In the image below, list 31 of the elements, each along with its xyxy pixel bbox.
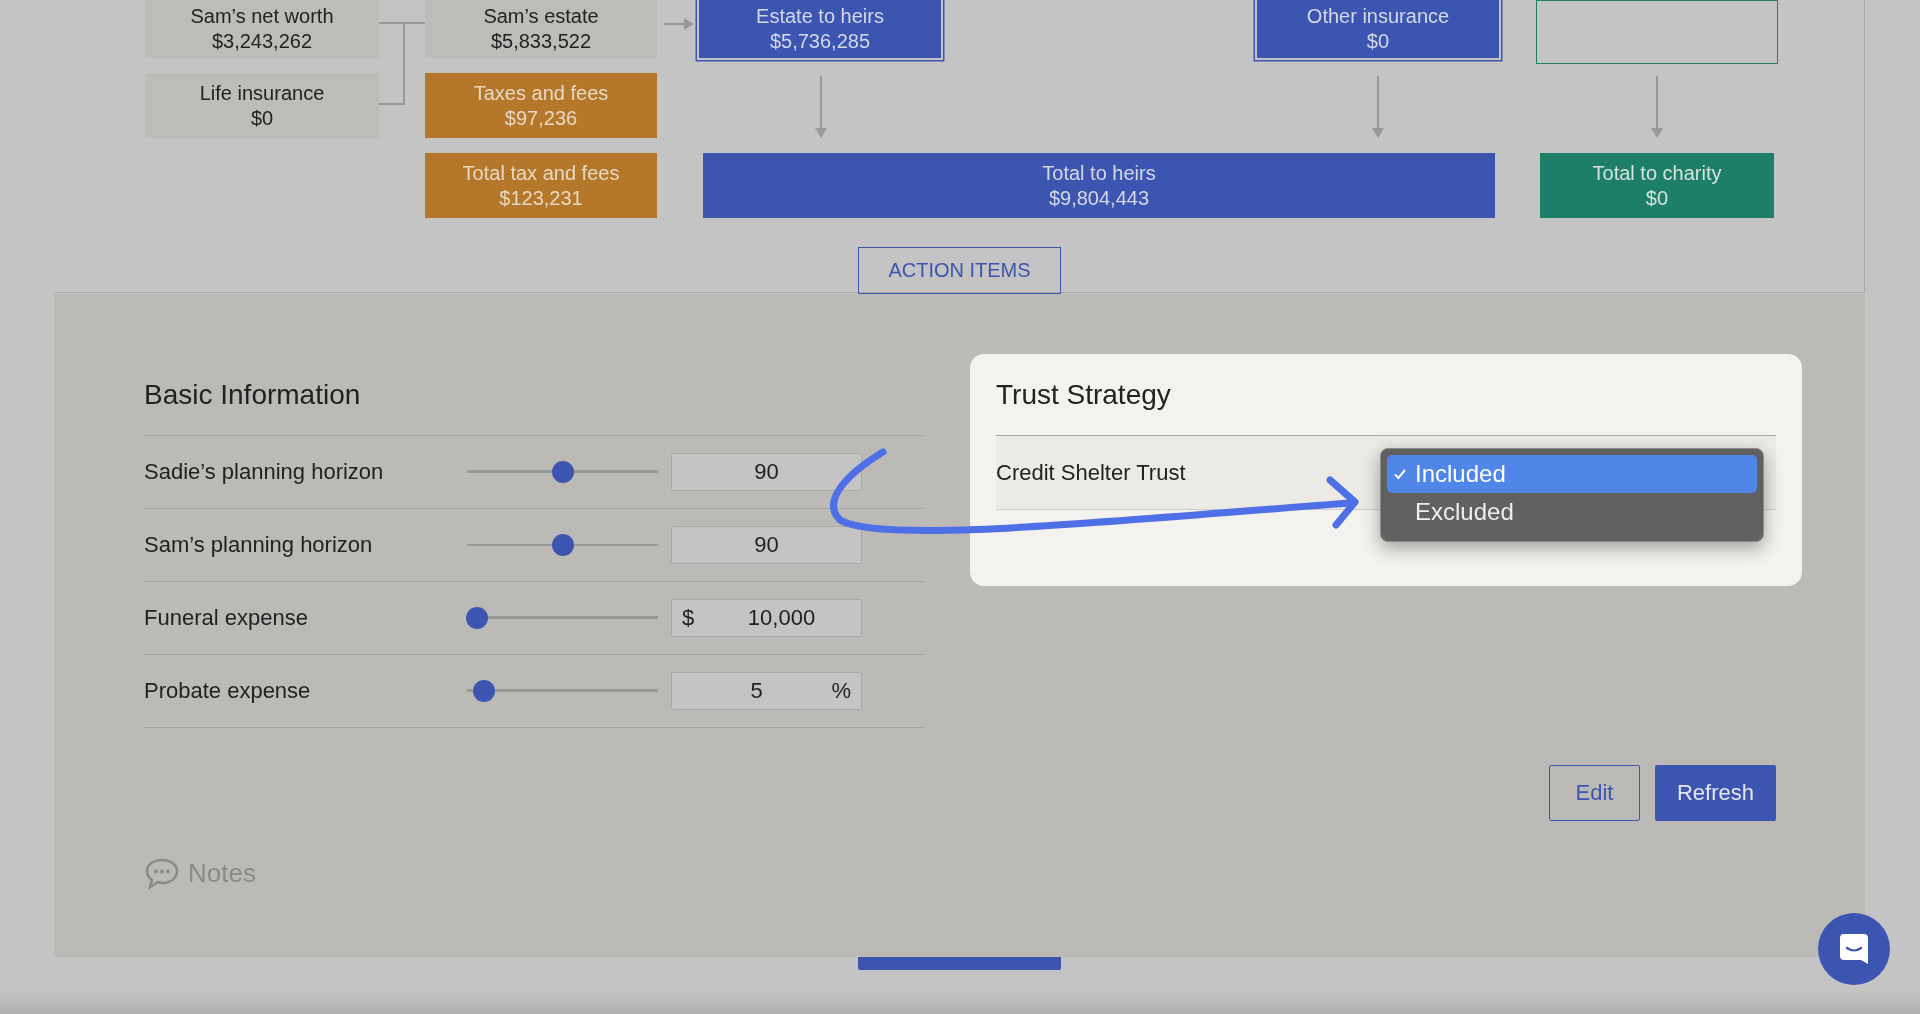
- heirs-node: Estate to heirs $5,736,285: [699, 0, 941, 58]
- section-title: Basic Information: [144, 354, 924, 436]
- heirs-node: Total to heirs $9,804,443: [703, 153, 1495, 218]
- flow-node: Life insurance $0: [145, 73, 379, 138]
- arrow: [815, 75, 827, 138]
- menu-option[interactable]: Included: [1387, 455, 1757, 493]
- field-label: Sam’s planning horizon: [144, 532, 374, 558]
- edit-button[interactable]: Edit: [1549, 765, 1640, 821]
- menu-option[interactable]: Excluded: [1387, 493, 1757, 531]
- refresh-button[interactable]: Refresh: [1655, 765, 1776, 821]
- action-items-button[interactable]: ACTION ITEMS: [858, 247, 1061, 294]
- field-label: Probate expense: [144, 678, 312, 704]
- input-field[interactable]: 90: [671, 526, 862, 564]
- checkmark-icon: [1393, 467, 1407, 481]
- tax-node: Total tax and fees $123,231: [425, 153, 657, 218]
- input-field[interactable]: $ 10,000: [671, 599, 862, 637]
- speech-bubble-icon: [144, 857, 180, 889]
- arrow: [1651, 75, 1663, 138]
- field-label: Funeral expense: [144, 605, 309, 631]
- input-field[interactable]: 90: [671, 453, 862, 491]
- heirs-node: Other insurance $0: [1257, 0, 1499, 58]
- field-label: Credit Shelter Trust: [996, 459, 1186, 486]
- flow-node: Sam’s estate $5,833,522: [425, 0, 657, 58]
- flow-node: Sam’s net worth $3,243,262: [145, 0, 379, 58]
- field-label: Sadie’s planning horizon: [144, 459, 385, 485]
- input-field[interactable]: 5 %: [671, 672, 862, 710]
- chat-icon: [1837, 931, 1871, 967]
- arrow: [1372, 75, 1384, 138]
- tax-node: Taxes and fees $97,236: [425, 73, 657, 138]
- charity-node: Total to charity $0: [1540, 153, 1774, 218]
- arrow: [663, 18, 694, 30]
